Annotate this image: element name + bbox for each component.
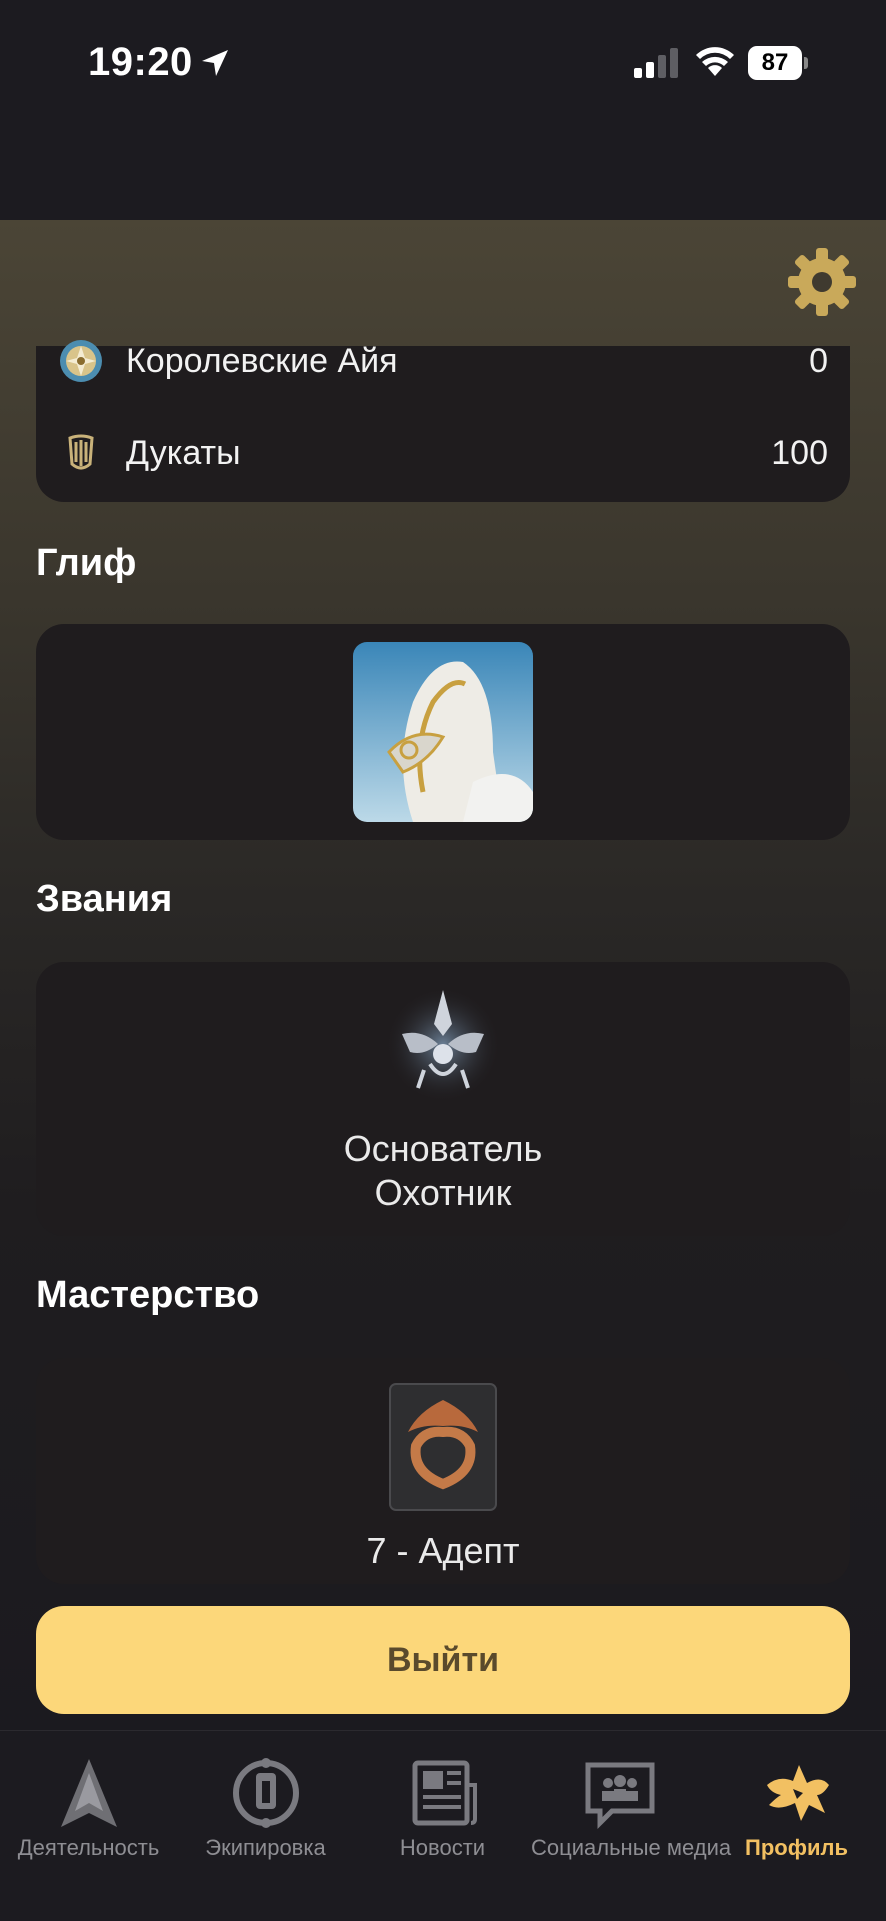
tab-social-media[interactable]: Социальные медиа xyxy=(531,1743,731,1860)
glyph-section-title: Глиф xyxy=(36,542,137,584)
mastery-rank-icon xyxy=(389,1383,497,1511)
bottom-tab-bar: Деятельность Экипировка Новости Социальн… xyxy=(0,1730,886,1921)
royal-aya-icon xyxy=(60,340,102,382)
currency-value: 0 xyxy=(809,342,828,380)
cellular-signal-icon xyxy=(634,48,678,78)
wifi-icon xyxy=(696,47,734,76)
tab-label: Экипировка xyxy=(205,1835,326,1860)
profile-content[interactable]: Королевские Айя 0 Дукаты 100 Глиф Звания… xyxy=(0,220,886,1730)
founder-hunter-badge-icon xyxy=(385,987,501,1103)
currency-row-ducats: Дукаты 100 xyxy=(36,418,850,488)
currency-label: Королевские Айя xyxy=(126,342,398,380)
profile-icon xyxy=(766,1765,829,1821)
battery-level: 87 xyxy=(748,46,802,80)
news-icon xyxy=(412,1760,477,1826)
settings-gear-icon[interactable] xyxy=(786,246,858,318)
currency-row-royal-aya: Королевские Айя 0 xyxy=(36,326,850,396)
status-bar: 19:20 87 xyxy=(0,0,886,220)
ranks-section-title: Звания xyxy=(36,878,173,920)
rank-line-hunter: Охотник xyxy=(374,1172,512,1213)
ranks-card: Основатель Охотник xyxy=(36,962,850,1236)
tab-profile[interactable]: Профиль xyxy=(708,1743,885,1860)
tab-activity[interactable]: Деятельность xyxy=(0,1743,177,1860)
glyph-image[interactable] xyxy=(353,642,533,822)
mastery-rank-text: 7 - Адепт xyxy=(366,1530,520,1571)
status-time: 19:20 xyxy=(88,40,193,84)
currency-value: 100 xyxy=(771,434,828,472)
ducats-icon xyxy=(68,434,94,470)
tab-label: Новости xyxy=(399,1835,486,1860)
location-arrow-icon xyxy=(202,50,228,76)
logout-button[interactable]: Выйти xyxy=(36,1606,850,1714)
currency-label: Дукаты xyxy=(126,434,241,472)
tab-arsenal[interactable]: Экипировка xyxy=(177,1743,354,1860)
tab-label: Деятельность xyxy=(17,1835,160,1860)
mastery-section-title: Мастерство xyxy=(36,1274,260,1316)
arsenal-icon xyxy=(232,1758,299,1828)
mastery-card: 7 - Адепт xyxy=(36,1358,850,1584)
glyph-card[interactable] xyxy=(36,624,850,840)
activity-icon xyxy=(60,1759,117,1827)
rank-line-founder: Основатель xyxy=(343,1128,543,1169)
battery-icon: 87 xyxy=(748,46,808,80)
social-icon xyxy=(585,1762,654,1830)
tab-news[interactable]: Новости xyxy=(354,1743,531,1860)
currency-card: Королевские Айя 0 Дукаты 100 xyxy=(36,340,850,502)
tab-label: Социальные медиа xyxy=(531,1835,732,1860)
tab-label: Профиль xyxy=(745,1835,848,1860)
